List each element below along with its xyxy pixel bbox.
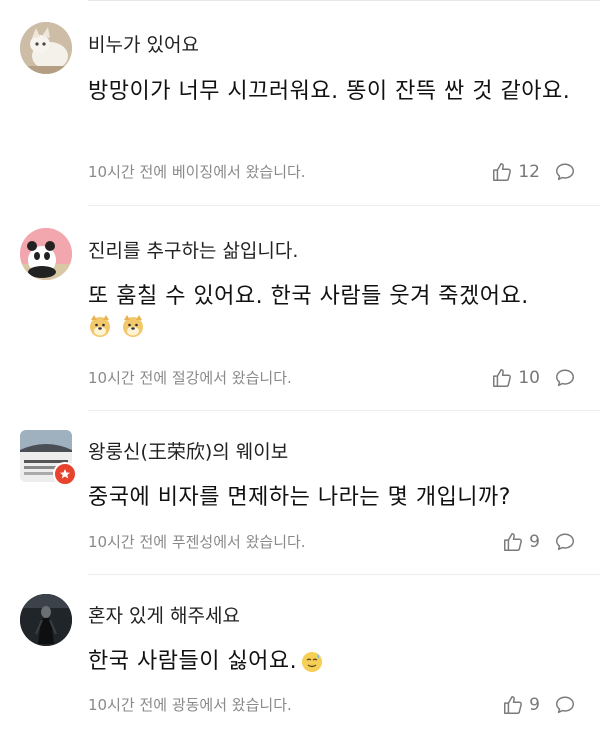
thumbs-up-icon [504, 696, 523, 714]
comment-author[interactable]: 왕룽신(王荣欣)의 웨이보 [88, 437, 288, 464]
divider [88, 410, 600, 411]
top-divider [88, 0, 600, 1]
thumbs-up-icon [493, 369, 512, 387]
divider [88, 205, 600, 206]
comment-text: 한국 사람들이 싫어요. [88, 643, 578, 680]
comment-text: 방망이가 너무 시끄러워요. 똥이 잔뜩 싼 것 같아요. [88, 79, 571, 104]
thumbs-up-icon [493, 163, 512, 181]
comment-meta: 10시간 전에 절강에서 왔습니다. [88, 369, 292, 387]
like-button[interactable]: 9 [502, 694, 554, 716]
doge-emoji-icon [123, 315, 144, 337]
comment-meta: 10시간 전에 광동에서 왔습니다. [88, 696, 292, 714]
speech-bubble-icon [556, 696, 574, 714]
comment-meta: 10시간 전에 푸젠성에서 왔습니다. [88, 533, 306, 551]
emoji-row [88, 314, 149, 340]
comment-actions: 9 [502, 693, 576, 717]
like-count: 12 [518, 162, 540, 182]
like-count: 9 [529, 532, 540, 552]
divider [88, 574, 600, 575]
like-count: 9 [529, 695, 540, 715]
comment-text: 중국에 비자를 면제하는 나라는 몇 개입니까? [88, 485, 511, 510]
doge-emoji-icon [90, 315, 110, 337]
speech-bubble-icon [556, 533, 574, 551]
reply-button[interactable] [554, 367, 576, 389]
comment-actions: 9 [502, 530, 576, 554]
dark-figure-avatar[interactable] [20, 594, 72, 646]
like-button[interactable]: 9 [502, 531, 554, 553]
comment-actions: 12 [491, 160, 576, 184]
sweat-smile-emoji-icon [302, 652, 323, 672]
comment-author[interactable]: 혼자 있게 해주세요 [88, 601, 240, 628]
comment-text: 또 훔칠 수 있어요. 한국 사람들 웃겨 죽겠어요. [88, 284, 529, 309]
reply-button[interactable] [554, 694, 576, 716]
thumbs-up-icon [504, 533, 523, 551]
reply-button[interactable] [554, 531, 576, 553]
star-icon [60, 469, 70, 479]
speech-bubble-icon [556, 163, 574, 181]
comment-meta: 10시간 전에 베이징에서 왔습니다. [88, 163, 306, 181]
speech-bubble-icon [556, 369, 574, 387]
like-count: 10 [518, 368, 540, 388]
like-button[interactable]: 12 [491, 161, 554, 183]
comment-text-content: 한국 사람들이 싫어요. [88, 649, 298, 674]
verified-badge [53, 462, 77, 486]
like-button[interactable]: 10 [491, 367, 554, 389]
comment-actions: 10 [491, 366, 576, 390]
comment-author[interactable]: 진리를 추구하는 삶입니다. [88, 236, 298, 263]
reply-button[interactable] [554, 161, 576, 183]
panda-avatar[interactable] [20, 228, 72, 280]
comment-author[interactable]: 비누가 있어요 [88, 30, 199, 57]
cat-avatar[interactable] [20, 22, 72, 74]
